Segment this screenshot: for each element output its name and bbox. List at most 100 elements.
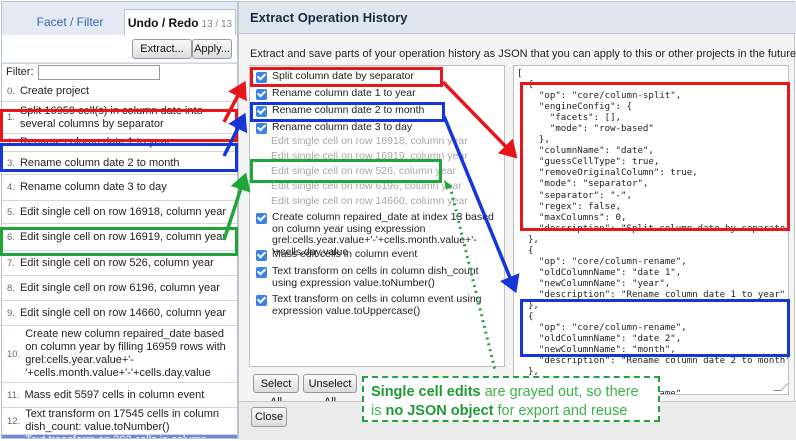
filter-row: Filter: <box>2 63 237 81</box>
panel-tabs: Facet / Filter Undo / Redo 13 / 13 <box>2 2 237 36</box>
history-item-label: Rename column date 1 to year <box>19 136 171 148</box>
history-item[interactable]: 9. Edit single cell on row 14660, column … <box>2 301 237 326</box>
dialog-description: Extract and save parts of your operation… <box>250 48 796 60</box>
history-item[interactable]: 8. Edit single cell on row 6196, column y… <box>2 276 237 301</box>
json-output[interactable]: [ { "op": "core/column-split", "engineCo… <box>513 65 789 395</box>
history-item[interactable]: 11. Mass edit 5597 cells in column event <box>2 383 237 408</box>
extract-button[interactable]: Extract... <box>132 39 192 59</box>
checkbox-checked-icon[interactable] <box>256 106 267 117</box>
checkbox-checked-icon[interactable] <box>256 72 267 83</box>
callout-part5: for export and reuse <box>493 403 628 419</box>
select-all-button[interactable]: Select All <box>253 374 299 408</box>
operation-label: Edit single cell on row 16918, column ye… <box>271 135 468 147</box>
callout-part4: no JSON object <box>385 403 494 419</box>
dialog-header: Extract Operation History <box>239 2 796 34</box>
operation-item[interactable]: Rename column date 3 to day <box>256 121 496 134</box>
operation-item-disabled: Edit single cell on row 14660, column ye… <box>256 195 496 208</box>
callout-part2: are grayed out, <box>480 384 583 400</box>
history-item-number: 5. <box>7 206 15 218</box>
history-toolbar: Extract... Apply... <box>2 35 237 62</box>
operation-label: Text transform on cells in column event … <box>272 293 482 317</box>
tab-undo-redo[interactable]: Undo / Redo 13 / 13 <box>124 9 236 35</box>
operation-label: Edit single cell on row 14660, column ye… <box>271 195 468 207</box>
history-item[interactable]: 3. Rename column date 2 to month <box>2 152 237 175</box>
operation-item[interactable]: Text transform on cells in column dish_c… <box>256 265 496 289</box>
operation-label: Mass edit cells in column event <box>272 248 418 260</box>
history-item-number: 12. <box>7 415 21 427</box>
close-button[interactable]: Close <box>251 407 287 427</box>
annotation-callout: Single cell edits are grayed out, so the… <box>362 376 660 422</box>
tab-undo-label: Undo / Redo <box>127 16 199 30</box>
history-item[interactable]: 0. Create project <box>2 81 237 102</box>
history-item-number: 10. <box>7 348 21 360</box>
history-item[interactable]: 13.Text transform on 202 cells in column… <box>2 434 237 439</box>
operation-label: Text transform on cells in column dish_c… <box>272 265 479 289</box>
history-item-label: Text transform on 17545 cells in column … <box>25 408 220 433</box>
history-item-number: 7. <box>7 257 15 269</box>
unselect-all-button[interactable]: Unselect All <box>303 374 357 408</box>
history-item-label: Text transform on 202 cells in column ev… <box>25 434 233 439</box>
history-item-number: 11. <box>7 389 20 401</box>
operation-item-disabled: Edit single cell on row 526, column year <box>256 165 496 178</box>
history-item-label: Edit single cell on row 16918, column ye… <box>19 205 226 218</box>
history-item-label: Edit single cell on row 14660, column ye… <box>19 306 226 319</box>
history-item-label: Split 16959 cell(s) in column date into … <box>19 104 203 130</box>
history-item[interactable]: 5. Edit single cell on row 16918, column … <box>2 201 237 224</box>
operation-item-disabled: Edit single cell on row 16918, column ye… <box>256 135 496 148</box>
json-text: [ { "op": "core/column-split", "engineCo… <box>517 69 789 394</box>
history-item[interactable]: 1. Split 16959 cell(s) in column date int… <box>2 102 237 134</box>
history-item-label: Create new column repaired_date based on… <box>25 328 226 379</box>
operation-item-disabled: Edit single cell on row 16919, column ye… <box>256 150 496 163</box>
history-item[interactable]: 6. Edit single cell on row 16919, column … <box>2 224 237 251</box>
history-item-number: 8. <box>7 282 15 294</box>
operation-item[interactable]: Split column date by separator <box>256 70 496 83</box>
tab-facet-filter[interactable]: Facet / Filter <box>20 9 120 35</box>
history-item-number: 6. <box>7 231 15 243</box>
filter-input[interactable] <box>38 65 160 80</box>
operation-label: Edit single cell on row 16919, column ye… <box>271 150 468 162</box>
history-item-label: Rename column date 3 to day <box>19 181 167 193</box>
operation-label: Edit single cell on row 6196, column yea… <box>271 180 462 192</box>
operation-item[interactable]: Rename column date 2 to month <box>256 104 496 117</box>
history-item-number: 4. <box>7 182 15 193</box>
history-item[interactable]: 2. Rename column date 1 to year <box>2 134 237 152</box>
checkbox-checked-icon[interactable] <box>256 213 267 224</box>
operation-label: Split column date by separator <box>272 70 414 82</box>
operation-label: Rename column date 2 to month <box>272 104 425 116</box>
operation-label: Rename column date 1 to year <box>272 87 416 99</box>
history-item-label: Edit single cell on row 16919, column ye… <box>19 230 226 243</box>
apply-button[interactable]: Apply... <box>192 39 232 59</box>
history-count: 13 / 13 <box>201 19 233 30</box>
checkbox-checked-icon[interactable] <box>256 295 267 306</box>
history-item-number: 1. <box>7 112 15 123</box>
operation-item[interactable]: Mass edit cells in column event <box>256 248 496 261</box>
checkbox-checked-icon[interactable] <box>256 267 267 278</box>
history-item-label: Rename column date 2 to month <box>19 156 180 169</box>
operation-item-disabled: Edit single cell on row 6196, column yea… <box>256 180 496 193</box>
history-item-label: Edit single cell on row 526, column year <box>19 256 214 269</box>
dialog-title: Extract Operation History <box>250 10 408 25</box>
checkbox-checked-icon[interactable] <box>256 123 267 134</box>
operation-item[interactable]: Text transform on cells in column event … <box>256 293 496 317</box>
history-item[interactable]: 10. Create new column repaired_date based… <box>2 326 237 383</box>
operation-item[interactable]: Rename column date 1 to year <box>256 87 496 100</box>
checkbox-checked-icon[interactable] <box>256 89 267 100</box>
history-item-number: 3. <box>7 157 15 169</box>
extract-dialog: Extract Operation History Extract and sa… <box>238 1 796 440</box>
operation-label: Rename column date 3 to day <box>272 121 413 133</box>
history-item[interactable]: 7. Edit single cell on row 526, column ye… <box>2 251 237 276</box>
history-item-label: Edit single cell on row 6196, column yea… <box>19 281 220 294</box>
operation-list: Split column date by separator Rename col… <box>249 65 505 367</box>
callout-part1: Single cell edits <box>371 384 481 400</box>
history-item-number: 2. <box>7 137 15 148</box>
history-item[interactable]: 12. Text transform on 17545 cells in colu… <box>2 408 237 435</box>
history-item-number: 0. <box>7 85 15 97</box>
operation-label: Edit single cell on row 526, column year <box>271 165 457 177</box>
history-item-number: 9. <box>7 307 15 319</box>
history-item[interactable]: 4. Rename column date 3 to day <box>2 175 237 201</box>
filter-label: Filter: <box>6 66 34 78</box>
undo-redo-panel: Facet / Filter Undo / Redo 13 / 13 Extrac… <box>1 1 238 439</box>
history-item-label: Mass edit 5597 cells in column event <box>24 388 205 401</box>
history-item-label: Create project <box>19 84 90 97</box>
checkbox-checked-icon[interactable] <box>256 250 267 261</box>
